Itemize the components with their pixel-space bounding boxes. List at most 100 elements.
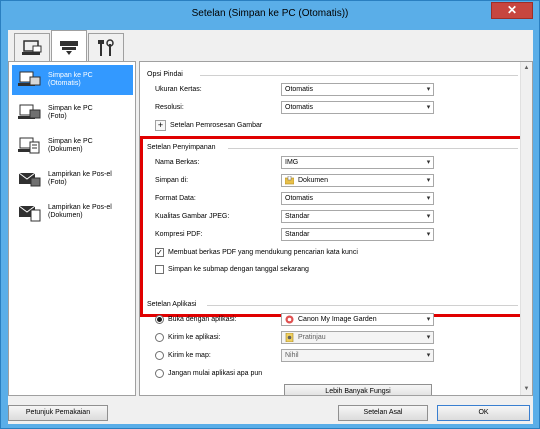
keyword-search-checkbox[interactable]: ✓ Membuat berkas PDF yang mendukung penc… xyxy=(155,248,358,257)
file-name-label: Nama Berkas: xyxy=(155,159,200,166)
jpeg-quality-select[interactable]: Standar ▾ xyxy=(281,210,434,223)
client-area: Simpan ke PC (Otomatis) Simpan ke PC (Fo… xyxy=(8,30,533,424)
save-photo-icon xyxy=(18,104,41,119)
pdf-compression-value: Standar xyxy=(285,231,310,238)
ok-button[interactable]: OK xyxy=(437,405,530,421)
app-settings-title: Setelan Aplikasi xyxy=(147,301,197,308)
tab-general-settings[interactable] xyxy=(88,33,124,61)
preview-app-icon xyxy=(285,333,294,342)
checkbox-checked: ✓ xyxy=(155,247,164,257)
save-document-icon xyxy=(18,137,40,154)
data-format-select[interactable]: Otomatis ▾ xyxy=(281,192,434,205)
file-name-select[interactable]: IMG ▾ xyxy=(281,156,434,169)
defaults-button[interactable]: Setelan Asal xyxy=(338,405,428,421)
tab-bar xyxy=(8,30,533,62)
sidebar-item-label: Simpan ke PC (Foto) xyxy=(48,105,93,120)
divider xyxy=(200,75,518,76)
scan-to-pc-icon xyxy=(22,39,42,55)
data-format-value: Otomatis xyxy=(285,195,314,202)
send-to-folder-value: Nihil xyxy=(285,352,299,359)
pdf-compression-select[interactable]: Standar ▾ xyxy=(281,228,434,241)
send-to-app-radio[interactable]: Kirim ke aplikasi: xyxy=(155,333,221,342)
title-bar: Setelan (Simpan ke PC (Otomatis)) ✕ xyxy=(1,1,539,29)
tools-icon xyxy=(98,38,114,56)
open-with-app-select[interactable]: Canon My Image Garden ▾ xyxy=(281,313,434,326)
chevron-down-icon: ▾ xyxy=(426,159,431,166)
tab-scan-from-computer[interactable] xyxy=(14,33,50,61)
app-icon xyxy=(285,315,294,324)
divider xyxy=(228,148,518,149)
chevron-down-icon: ▾ xyxy=(426,231,431,238)
pdf-compression-label: Kompresi PDF: xyxy=(155,231,203,238)
send-to-folder-radio[interactable]: Kirim ke map: xyxy=(155,351,211,360)
subfolder-label: Simpan ke submap dengan tanggal sekarang xyxy=(168,266,309,273)
send-to-app-value: Pratinjau xyxy=(298,334,326,341)
scroll-down-icon[interactable]: ▼ xyxy=(521,383,532,395)
paper-size-select[interactable]: Otomatis ▾ xyxy=(281,83,434,96)
radio-unselected xyxy=(155,369,164,378)
scan-type-list: Simpan ke PC (Otomatis) Simpan ke PC (Fo… xyxy=(8,61,136,396)
send-to-app-select[interactable]: Pratinjau ▾ xyxy=(281,331,434,344)
sidebar-item-label: Simpan ke PC (Otomatis) xyxy=(48,72,93,87)
chevron-down-icon: ▾ xyxy=(426,86,431,93)
chevron-down-icon: ▾ xyxy=(426,316,431,323)
data-format-label: Format Data: xyxy=(155,195,196,202)
settings-window: Setelan (Simpan ke PC (Otomatis)) ✕ Simp… xyxy=(0,0,540,429)
chevron-down-icon: ▾ xyxy=(426,104,431,111)
save-in-select[interactable]: Dokumen ▾ xyxy=(281,174,434,187)
sidebar-item-email-document[interactable]: Lampirkan ke Pos-el (Dokumen) xyxy=(12,197,133,227)
folder-icon xyxy=(285,176,294,185)
file-name-value: IMG xyxy=(285,159,299,166)
email-photo-icon xyxy=(18,172,41,187)
paper-size-label: Ukuran Kertas: xyxy=(155,86,202,93)
settings-panel: Opsi Pindai Ukuran Kertas: Otomatis ▾ Re… xyxy=(139,61,533,396)
checkbox-unchecked xyxy=(155,265,164,274)
no-app-label: Jangan mulai aplikasi apa pun xyxy=(168,370,263,377)
sidebar-item-label: Simpan ke PC (Dokumen) xyxy=(48,138,93,153)
image-processing-label: Setelan Pemrosesan Gambar xyxy=(170,122,263,129)
chevron-down-icon: ▾ xyxy=(426,352,431,359)
divider xyxy=(207,305,518,306)
send-to-folder-label: Kirim ke map: xyxy=(168,352,211,359)
keyword-search-label: Membuat berkas PDF yang mendukung pencar… xyxy=(168,249,358,256)
expand-image-processing-button[interactable]: + xyxy=(155,120,166,131)
radio-selected xyxy=(155,315,164,324)
subfolder-checkbox[interactable]: Simpan ke submap dengan tanggal sekarang xyxy=(155,265,309,274)
close-button[interactable]: ✕ xyxy=(491,2,533,19)
sidebar-item-label: Lampirkan ke Pos-el (Foto) xyxy=(48,171,112,186)
jpeg-quality-label: Kualitas Gambar JPEG: xyxy=(155,213,230,220)
scan-options-title: Opsi Pindai xyxy=(147,71,183,78)
instructions-button[interactable]: Petunjuk Pemakaian xyxy=(8,405,108,421)
more-functions-button[interactable]: Lebih Banyak Fungsi xyxy=(284,384,432,395)
sidebar-item-save-document[interactable]: Simpan ke PC (Dokumen) xyxy=(12,131,133,161)
resolution-select[interactable]: Otomatis ▾ xyxy=(281,101,434,114)
scroll-up-icon[interactable]: ▲ xyxy=(521,62,532,74)
send-to-app-label: Kirim ke aplikasi: xyxy=(168,334,221,341)
tab-scan-from-operation-panel[interactable] xyxy=(51,30,87,62)
vertical-scrollbar[interactable]: ▲ ▼ xyxy=(520,62,532,395)
email-document-icon xyxy=(18,205,41,222)
no-app-radio[interactable]: Jangan mulai aplikasi apa pun xyxy=(155,369,262,378)
sidebar-item-email-photo[interactable]: Lampirkan ke Pos-el (Foto) xyxy=(12,164,133,194)
window-title: Setelan (Simpan ke PC (Otomatis)) xyxy=(191,8,349,19)
chevron-down-icon: ▾ xyxy=(426,177,431,184)
scanner-icon xyxy=(60,40,78,55)
radio-unselected xyxy=(155,351,164,360)
open-with-app-label: Buka dengan aplikasi: xyxy=(168,316,237,323)
save-settings-title: Setelan Penyimpanan xyxy=(147,144,216,151)
radio-unselected xyxy=(155,333,164,342)
save-in-label: Simpan di: xyxy=(155,177,189,184)
sidebar-item-save-auto[interactable]: Simpan ke PC (Otomatis) xyxy=(12,65,133,95)
paper-size-value: Otomatis xyxy=(285,86,314,93)
chevron-down-icon: ▾ xyxy=(426,334,431,341)
resolution-label: Resolusi: xyxy=(155,104,184,111)
open-with-app-radio[interactable]: Buka dengan aplikasi: xyxy=(155,315,237,324)
chevron-down-icon: ▾ xyxy=(426,213,431,220)
save-auto-icon xyxy=(18,71,41,86)
sidebar-item-save-photo[interactable]: Simpan ke PC (Foto) xyxy=(12,98,133,128)
jpeg-quality-value: Standar xyxy=(285,213,310,220)
chevron-down-icon: ▾ xyxy=(426,195,431,202)
send-to-folder-select[interactable]: Nihil ▾ xyxy=(281,349,434,362)
open-with-app-value: Canon My Image Garden xyxy=(298,316,377,323)
sidebar-item-label: Lampirkan ke Pos-el (Dokumen) xyxy=(48,204,112,219)
